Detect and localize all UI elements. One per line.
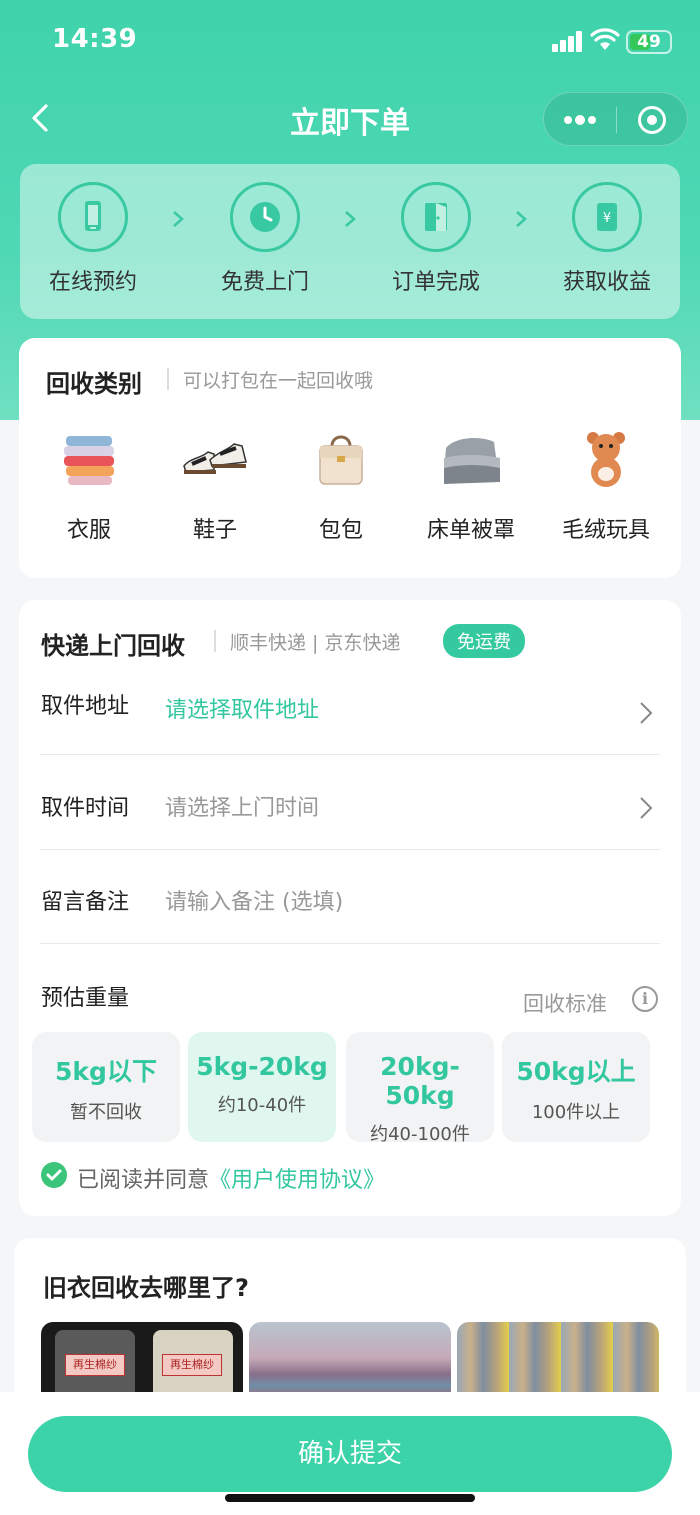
weight-option-selected[interactable]: 5kg-20kg 约10-40件 [188,1032,336,1142]
battery-level: 49 [637,32,661,52]
weight-option[interactable]: 20kg-50kg 约40-100件 [346,1032,494,1145]
step-get-income: ¥ 获取收益 [547,182,667,296]
weight-count: 100件以上 [531,1102,621,1123]
chevron-right-icon[interactable] [637,700,655,726]
step-label: 在线预约 [48,270,137,295]
yarn-photo[interactable]: 再生棉纱 再生棉纱 [41,1322,243,1402]
category-label: 包包 [318,518,363,543]
weight-range: 5kg-20kg [196,1052,328,1081]
nav-bar: 立即下单 [0,88,700,148]
close-miniprogram-icon[interactable] [638,106,666,134]
address-label: 取件地址 [41,694,130,719]
weight-count: 暂不回收 [70,1102,142,1123]
where-title: 旧衣回收去哪里了? [43,1274,249,1302]
bales-photo[interactable] [457,1322,659,1402]
process-steps: 在线预约 免费上门 订单完成 ¥ 获取收益 [20,164,680,319]
recycle-category-card: 回收类别 可以打包在一起回收哦 衣服 鞋子 包包 床单被罩 毛绒玩具 [19,338,681,578]
shoe-icon [183,443,247,474]
yarn-tag: 再生棉纱 [65,1354,125,1376]
category-label: 鞋子 [192,518,237,543]
user-agreement-link[interactable]: 《用户使用协议》 [209,1168,385,1193]
capsule-divider [616,107,617,133]
weight-range: 50kg以上 [516,1057,636,1086]
step-label: 免费上门 [220,270,309,295]
phone-icon [58,182,128,252]
category-shoes[interactable]: 鞋子 [160,428,270,544]
chevron-right-icon [173,211,184,227]
chevron-right-icon[interactable] [637,795,655,821]
checkbox-checked-icon[interactable] [41,1162,67,1188]
status-time: 14:39 [52,24,138,54]
agreement-prefix: 已阅读并同意 [77,1168,210,1193]
info-icon[interactable] [632,986,658,1012]
teddy-bear-icon [587,432,625,487]
note-input[interactable]: 请输入备注 (选填) [165,884,343,916]
weight-option[interactable]: 5kg以下 暂不回收 [32,1032,180,1142]
category-bedding[interactable]: 床单被罩 [416,428,526,544]
more-icon[interactable] [564,113,598,127]
category-bags[interactable]: 包包 [286,428,396,544]
pickup-time-label: 取件时间 [41,796,130,821]
mini-program-capsule [543,92,688,146]
yarn-tag: 再生棉纱 [162,1354,222,1376]
free-shipping-badge: 免运费 [443,624,525,658]
clothes-pile-photo[interactable] [249,1322,451,1402]
door-icon [401,182,471,252]
address-selector[interactable]: 请选择取件地址 [165,692,319,724]
home-indicator [225,1494,475,1502]
weight-count: 约10-40件 [217,1095,307,1116]
step-free-pickup: 免费上门 [205,182,325,296]
category-subtitle: 可以打包在一起回收哦 [183,370,374,392]
express-title: 快递上门回收 [41,632,185,660]
agreement-text: 已阅读并同意《用户使用协议》 [77,1162,385,1194]
category-label: 毛绒玩具 [561,518,650,543]
category-label: 衣服 [66,518,111,543]
category-clothes[interactable]: 衣服 [34,428,144,544]
bedding-icon [444,438,500,484]
weight-range: 20kg-50kg [380,1052,460,1110]
divider [40,943,660,944]
signal-icon [552,30,584,52]
standard-link[interactable]: 回收标准 [523,988,607,1018]
step-label: 订单完成 [391,270,480,295]
divider [214,630,216,652]
weight-range: 5kg以下 [55,1057,157,1086]
express-pickup-card: 快递上门回收 顺丰快递 | 京东快递 免运费 取件地址 请选择取件地址 取件时间… [19,600,681,1216]
clock-icon [230,182,300,252]
svg-text:¥: ¥ [603,211,611,226]
submit-button[interactable]: 确认提交 [28,1416,672,1492]
wifi-icon [590,28,620,50]
step-label: 获取收益 [562,270,651,295]
step-order-complete: 订单完成 [376,182,496,296]
bottom-bar: 确认提交 [0,1392,700,1515]
category-title: 回收类别 [46,370,142,398]
money-icon: ¥ [572,182,642,252]
chevron-right-icon [345,211,356,227]
weight-count: 约40-100件 [370,1124,470,1145]
bag-icon [319,435,363,485]
weight-label: 预估重量 [41,986,130,1011]
status-bar: 14:39 49 [0,0,700,84]
pickup-time-selector[interactable]: 请选择上门时间 [165,790,319,822]
clothes-icon [64,436,114,485]
category-label: 床单被罩 [426,518,515,543]
divider [40,754,660,755]
step-online-booking: 在线预约 [33,182,153,296]
divider [40,849,660,850]
carriers-text: 顺丰快递 | 京东快递 [230,632,401,654]
battery-icon: 49 [626,30,672,54]
chevron-right-icon [516,211,527,227]
note-label: 留言备注 [41,890,130,915]
weight-option[interactable]: 50kg以上 100件以上 [502,1032,650,1142]
category-plush-toys[interactable]: 毛绒玩具 [551,428,661,544]
divider [167,368,169,390]
